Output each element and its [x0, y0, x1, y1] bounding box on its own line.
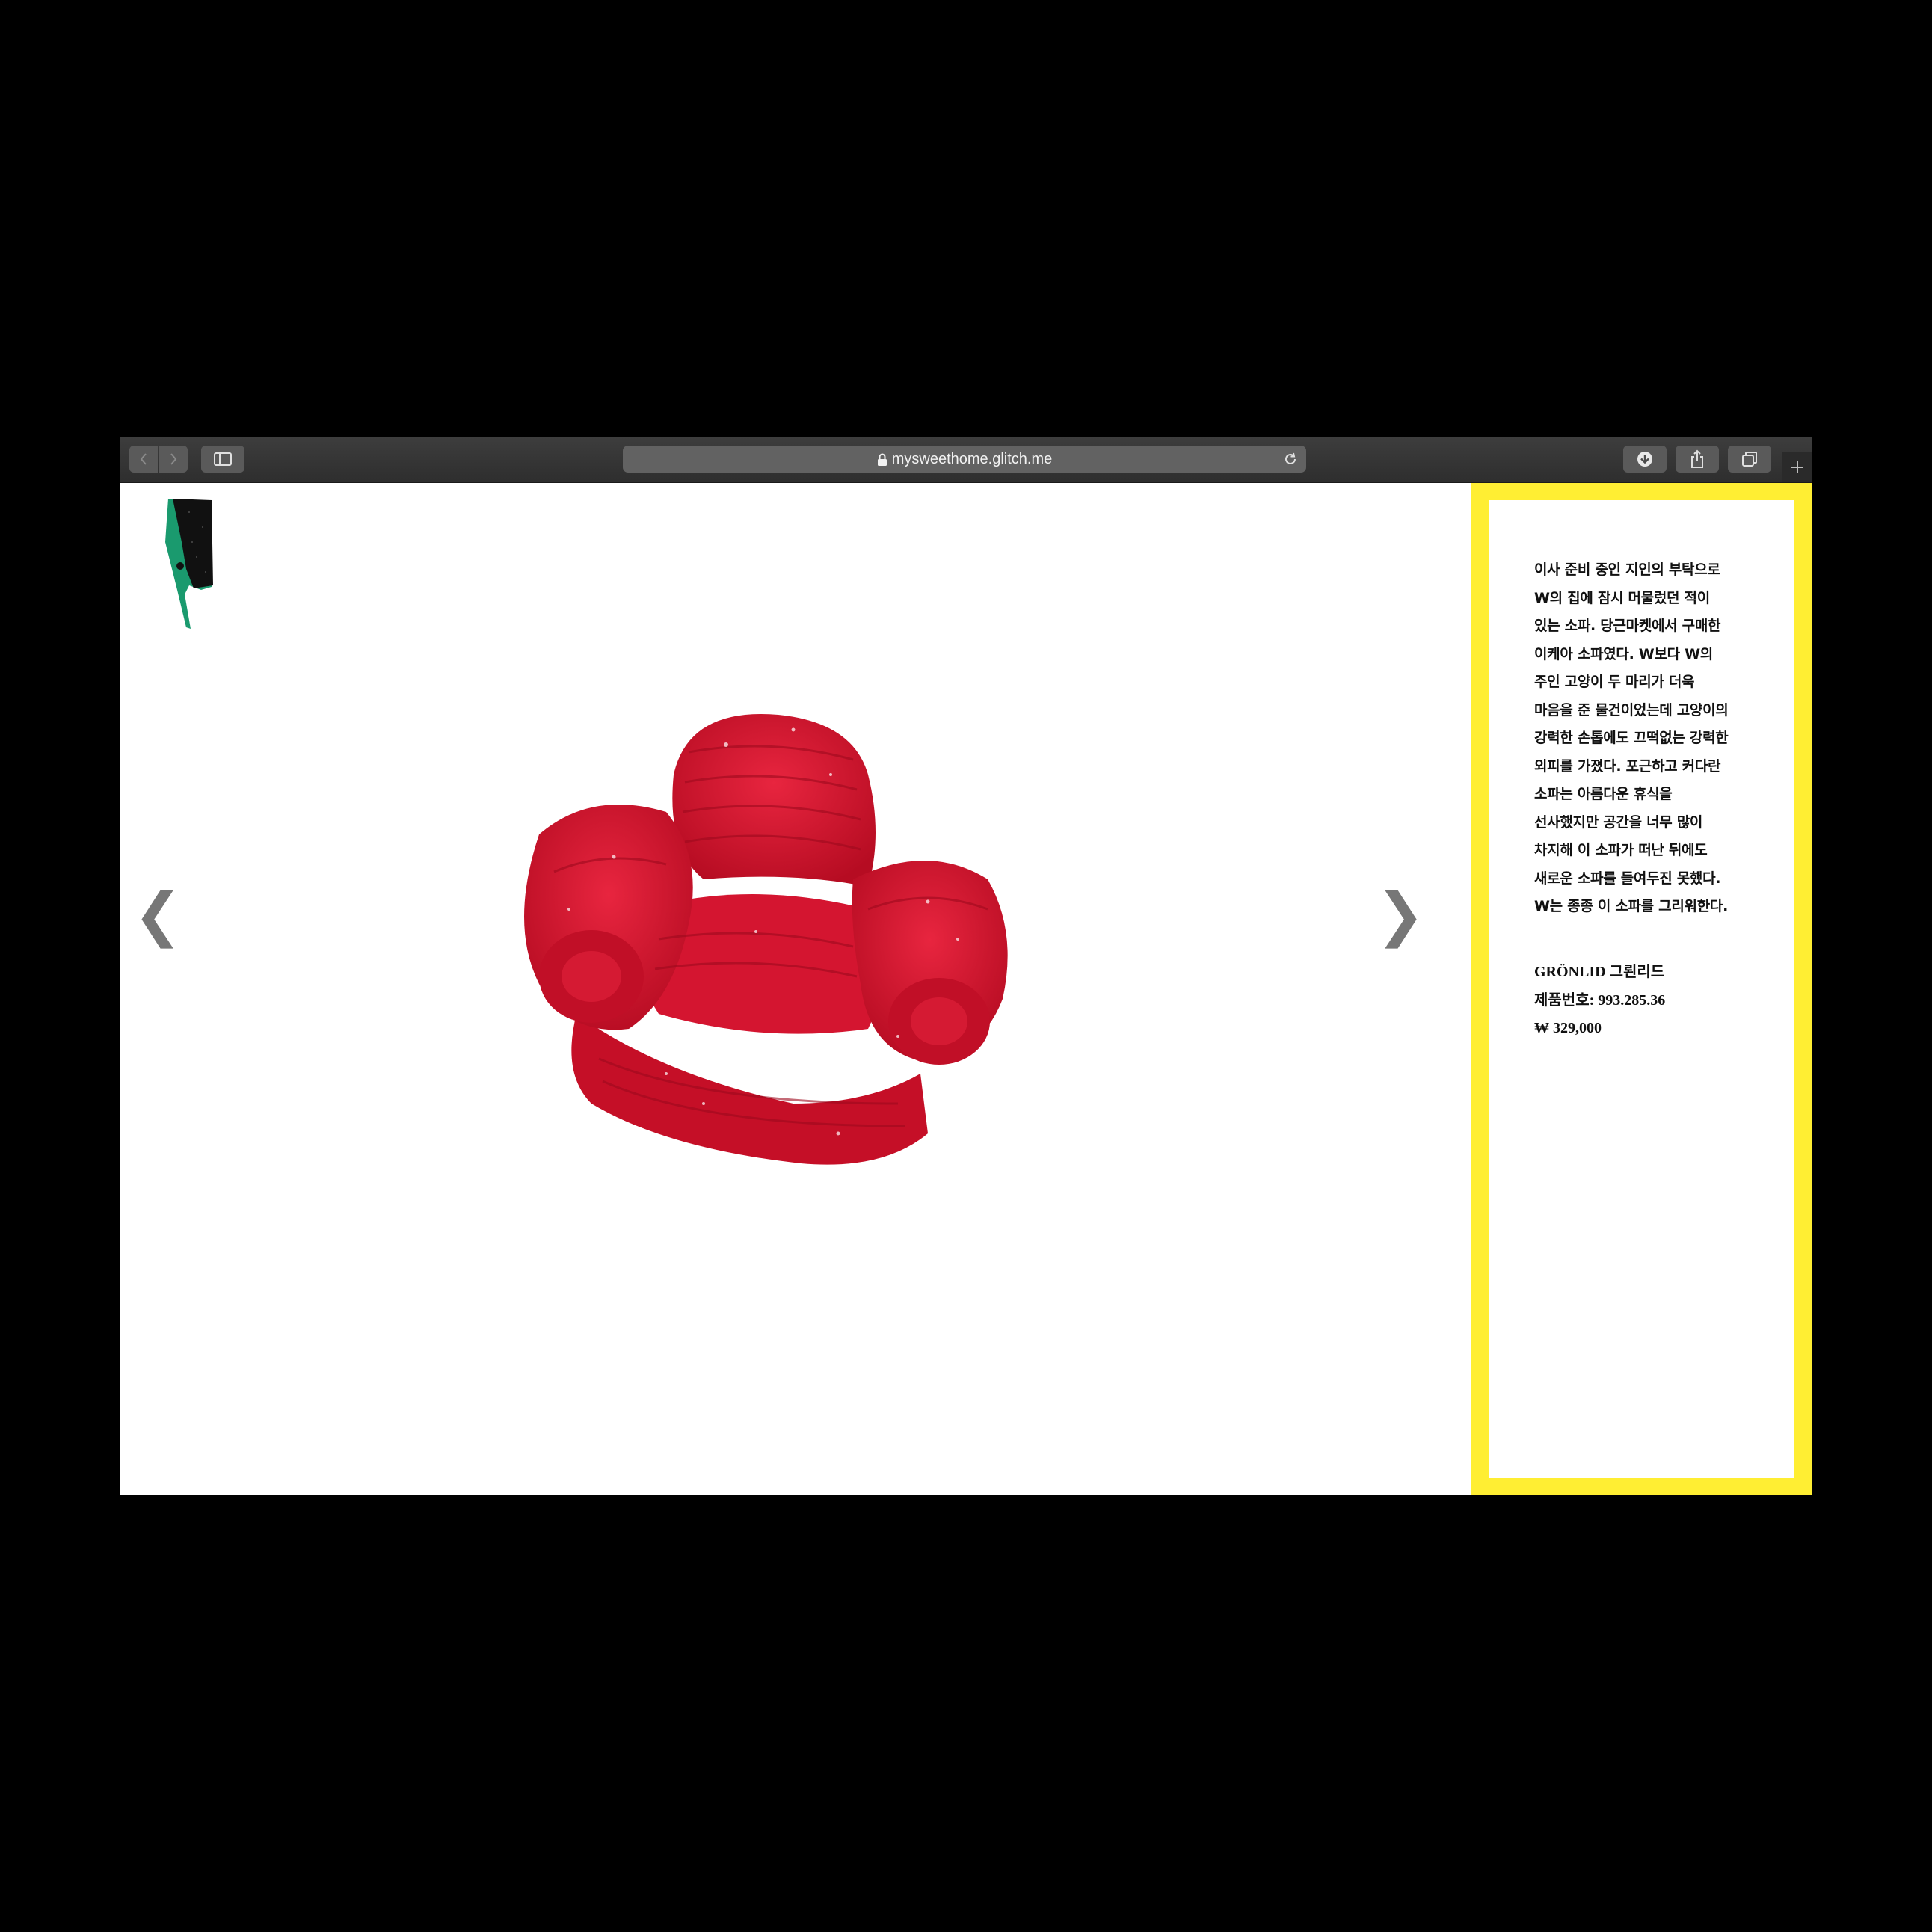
tabs-button[interactable]: [1728, 446, 1771, 473]
description-line: 있는 소파. 당근마켓에서 구매한: [1534, 618, 1721, 634]
info-panel: 이사 준비 중인 지인의 부탁으로 W의 집에 잠시 머물렀던 적이 있는 소파…: [1471, 483, 1812, 1495]
chevron-left-icon: ❮: [133, 882, 182, 949]
description-line: 소파는 아름다운 휴식을: [1534, 786, 1673, 802]
description-line: W는 종종 이 소파를 그리워한다.: [1534, 898, 1728, 914]
description-line: 차지해 이 소파가 떠난 뒤에도: [1534, 842, 1708, 858]
tabs-icon: [1742, 452, 1757, 467]
product-name: GRÖNLID 그뢴리드: [1534, 964, 1665, 980]
sidebar-button[interactable]: [201, 446, 244, 473]
chevron-right-icon: [170, 453, 177, 465]
description-line: 이사 준비 중인 지인의 부탁으로: [1534, 562, 1720, 578]
forward-button[interactable]: [159, 446, 188, 473]
lock-icon: [877, 453, 887, 466]
product-number: 제품번호: 993.285.36: [1534, 991, 1666, 1009]
address-bar[interactable]: mysweethome.glitch.me: [623, 446, 1306, 473]
description-line: 강력한 손톱에도 끄떡없는 강력한: [1534, 730, 1729, 746]
previous-arrow[interactable]: ❮: [133, 882, 182, 949]
url-text: mysweethome.glitch.me: [891, 451, 1053, 467]
download-icon: [1637, 452, 1652, 467]
description-line: W의 집에 잠시 머물렀던 적이: [1534, 589, 1710, 606]
site-logo[interactable]: [159, 497, 219, 629]
reload-icon[interactable]: [1282, 451, 1299, 467]
description-line: 이케아 소파였다. W보다 W의: [1534, 645, 1713, 662]
share-icon: [1691, 449, 1703, 468]
new-tab-button[interactable]: [1782, 452, 1812, 482]
sofa-description: 이사 준비 중인 지인의 부탁으로 W의 집에 잠시 머물렀던 적이 있는 소파…: [1534, 556, 1766, 921]
download-button[interactable]: [1623, 446, 1667, 473]
sidebar-icon: [214, 452, 232, 466]
share-button[interactable]: [1676, 446, 1719, 473]
plus-icon: [1791, 461, 1803, 473]
info-panel-inner: 이사 준비 중인 지인의 부탁으로 W의 집에 잠시 머물렀던 적이 있는 소파…: [1489, 500, 1794, 1478]
chevron-right-icon: ❯: [1376, 882, 1425, 949]
page-content: ❮ ❯ 이사 준비 중인 지인의 부탁으로 W의 집에 잠시 머물렀던 적이 있…: [120, 483, 1812, 1495]
description-line: 주인 고양이 두 마리가 더욱: [1534, 674, 1695, 690]
back-button[interactable]: [129, 446, 158, 473]
chevron-left-icon: [140, 453, 147, 465]
red-sofa-image: [524, 714, 1008, 1165]
next-arrow[interactable]: ❯: [1376, 882, 1425, 949]
description-line: 선사했지만 공간을 너무 많이: [1534, 813, 1703, 831]
browser-toolbar: mysweethome.glitch.me: [120, 437, 1812, 483]
browser-window: mysweethome.glitch.me ❮ ❯ 이사 준비 중인 지인의 부…: [120, 437, 1812, 1495]
description-line: 새로운 소파를 들여두진 못했다.: [1534, 870, 1721, 887]
description-line: 마음을 준 물건이었는데 고양이의: [1534, 701, 1729, 719]
description-line: 외피를 가졌다. 포근하고 커다란: [1534, 757, 1721, 775]
product-price: ₩ 329,000: [1534, 1020, 1602, 1036]
product-meta: GRÖNLID 그뢴리드 제품번호: 993.285.36 ₩ 329,000: [1534, 959, 1781, 1043]
